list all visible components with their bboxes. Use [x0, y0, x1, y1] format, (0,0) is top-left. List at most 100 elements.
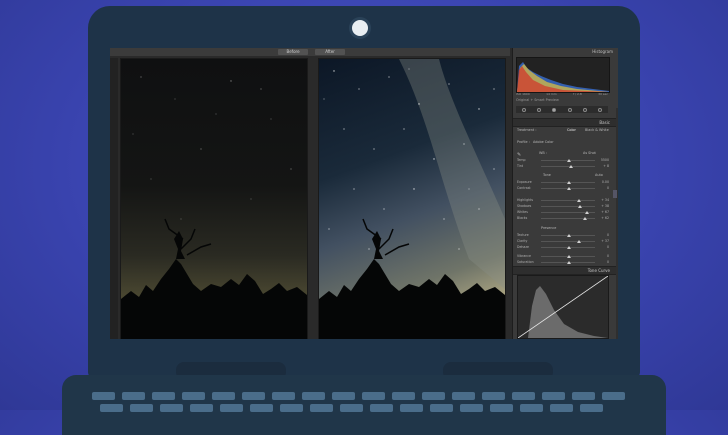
shadows-slider[interactable]: Shadows + 38 — [517, 204, 613, 209]
whites-knob[interactable] — [585, 210, 589, 214]
after-photo-image — [319, 59, 505, 339]
key — [272, 392, 295, 400]
clarity-slider[interactable]: Clarity + 37 — [517, 239, 613, 244]
histogram-title[interactable]: Histogram — [592, 49, 613, 55]
blacks-slider[interactable]: Blacks + 62 — [517, 216, 613, 221]
tint-value[interactable]: + 8 — [603, 164, 609, 168]
blacks-knob[interactable] — [583, 216, 587, 220]
focal-readout: 14 mm — [546, 92, 557, 96]
key — [572, 392, 595, 400]
panel-scrollbar[interactable] — [616, 108, 618, 339]
highlights-slider[interactable]: Highlights + 34 — [517, 198, 613, 203]
exposure-slider[interactable]: Exposure 0.00 — [517, 180, 613, 185]
tone-auto-button[interactable]: Auto — [595, 173, 603, 177]
tint-slider[interactable]: Tint + 8 — [517, 164, 613, 169]
texture-label: Texture — [517, 233, 529, 237]
key — [400, 404, 423, 412]
shadows-value[interactable]: + 38 — [601, 204, 609, 208]
camera-icon — [352, 20, 368, 36]
dehaze-knob[interactable] — [567, 245, 571, 249]
blacks-label: Blacks — [517, 216, 528, 220]
contrast-label: Contrast — [517, 186, 531, 190]
clarity-value[interactable]: + 37 — [601, 239, 609, 243]
contrast-slider[interactable]: Contrast 0 — [517, 186, 613, 191]
exposure-value[interactable]: 0.00 — [602, 180, 609, 184]
key — [392, 392, 415, 400]
tool-brush-icon[interactable] — [598, 107, 603, 112]
contrast-knob[interactable] — [567, 186, 571, 190]
treatment-color-option[interactable]: Color — [567, 128, 576, 132]
key — [92, 392, 115, 400]
view-label-bar: Before After — [110, 48, 510, 56]
temp-slider[interactable]: Temp 5500 — [517, 158, 613, 163]
blacks-value[interactable]: + 62 — [601, 216, 609, 220]
tool-spot-icon[interactable] — [536, 107, 541, 112]
whites-slider[interactable]: Whites + 67 — [517, 210, 613, 215]
vibrance-slider[interactable]: Vibrance 0 — [517, 254, 613, 259]
key — [122, 392, 145, 400]
key — [130, 404, 153, 412]
key — [460, 404, 483, 412]
basic-title: Basic — [599, 120, 610, 125]
key — [550, 404, 573, 412]
before-label: Before — [278, 49, 308, 55]
key — [602, 392, 625, 400]
key — [542, 392, 565, 400]
profile-label: Profile : — [517, 140, 530, 144]
treatment-label: Treatment : — [517, 128, 537, 132]
tint-knob[interactable] — [569, 164, 573, 168]
tool-gradient-icon[interactable] — [567, 107, 572, 112]
wb-select[interactable]: As Shot — [583, 151, 596, 155]
whites-value[interactable]: + 67 — [601, 210, 609, 214]
tool-redeye-icon[interactable] — [552, 107, 557, 112]
iso-readout: ISO 1600 — [516, 92, 530, 96]
key — [250, 404, 273, 412]
saturation-knob[interactable] — [567, 260, 571, 264]
texture-value[interactable]: 0 — [607, 233, 609, 237]
highlights-value[interactable]: + 34 — [601, 198, 609, 202]
treatment-bw-option[interactable]: Black & White — [585, 128, 609, 132]
temp-label: Temp — [517, 158, 526, 162]
whites-label: Whites — [517, 210, 528, 214]
tone-curve-section-header[interactable]: Tone Curve — [513, 266, 618, 275]
key — [160, 404, 183, 412]
dehaze-slider[interactable]: Dehaze 0 — [517, 245, 613, 250]
key — [332, 392, 355, 400]
shutter-readout: 30 sec — [598, 92, 608, 96]
tool-crop-icon[interactable] — [521, 107, 526, 112]
tone-curve-graph[interactable] — [517, 275, 609, 339]
after-label: After — [315, 49, 345, 55]
contrast-value[interactable]: 0 — [607, 186, 609, 190]
texture-knob[interactable] — [567, 233, 571, 237]
after-photo[interactable] — [318, 58, 506, 339]
key — [302, 392, 325, 400]
clarity-knob[interactable] — [577, 239, 581, 243]
key — [212, 392, 235, 400]
key — [430, 404, 453, 412]
temp-value[interactable]: 5500 — [601, 158, 609, 162]
vibrance-knob[interactable] — [567, 254, 571, 258]
tool-strip — [516, 106, 608, 113]
basic-section-header[interactable]: Basic — [513, 118, 618, 127]
vibrance-label: Vibrance — [517, 254, 532, 258]
temp-knob[interactable] — [567, 158, 571, 162]
key — [370, 404, 393, 412]
left-panel-strip[interactable] — [110, 58, 118, 339]
profile-select[interactable]: Adobe Color — [533, 140, 554, 144]
key — [190, 404, 213, 412]
saturation-slider[interactable]: Saturation 0 — [517, 260, 613, 265]
key — [220, 404, 243, 412]
dehaze-value[interactable]: 0 — [607, 245, 609, 249]
texture-slider[interactable]: Texture 0 — [517, 233, 613, 238]
tool-radial-icon[interactable] — [582, 107, 587, 112]
saturation-value[interactable]: 0 — [607, 260, 609, 264]
histogram-readout: ISO 1600 14 mm f / 2.8 30 sec — [516, 92, 608, 97]
key — [310, 404, 333, 412]
exposure-knob[interactable] — [567, 180, 571, 184]
highlights-knob[interactable] — [577, 198, 581, 202]
panel-toggle-arrow[interactable] — [613, 190, 617, 198]
shadows-knob[interactable] — [578, 204, 582, 208]
before-photo[interactable] — [120, 58, 308, 339]
highlights-label: Highlights — [517, 198, 534, 202]
vibrance-value[interactable]: 0 — [607, 254, 609, 258]
